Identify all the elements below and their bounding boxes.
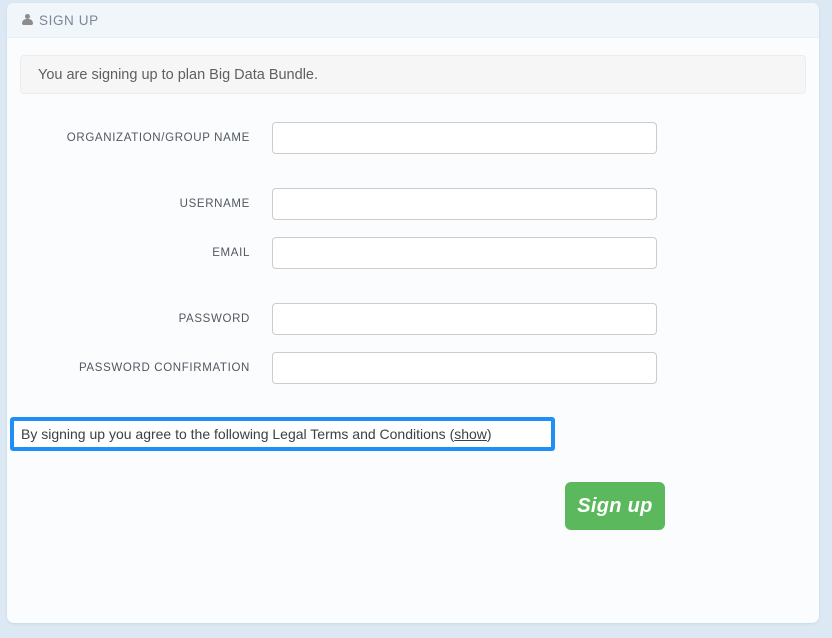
sign-up-button[interactable]: Sign up <box>565 482 665 530</box>
plan-alert-text: You are signing up to plan Big Data Bund… <box>38 66 319 83</box>
panel-header: SIGN UP <box>7 3 819 38</box>
email-input[interactable] <box>272 237 657 269</box>
user-icon <box>21 13 33 27</box>
username-input[interactable] <box>272 188 657 220</box>
page-title: SIGN UP <box>39 12 99 28</box>
form-row-password-confirmation: PASSWORD CONFIRMATION <box>7 352 819 384</box>
signup-panel: SIGN UP You are signing up to plan Big D… <box>7 3 819 623</box>
plan-alert: You are signing up to plan Big Data Bund… <box>20 55 806 94</box>
panel-body: You are signing up to plan Big Data Bund… <box>7 38 819 622</box>
form-spacer <box>7 269 819 303</box>
terms-agreement-text: By signing up you agree to the following… <box>21 426 492 442</box>
form-spacer <box>7 154 819 188</box>
password-confirmation-input[interactable] <box>272 352 657 384</box>
form-spacer <box>7 220 819 237</box>
form-row-password: PASSWORD <box>7 303 819 335</box>
email-label: EMAIL <box>212 247 250 259</box>
form-row-organization: ORGANIZATION/GROUP NAME <box>7 122 819 154</box>
password-label: PASSWORD <box>178 313 250 325</box>
password-input[interactable] <box>272 303 657 335</box>
organization-label: ORGANIZATION/GROUP NAME <box>66 132 250 144</box>
password-confirmation-label: PASSWORD CONFIRMATION <box>78 362 250 374</box>
organization-input[interactable] <box>272 122 657 154</box>
terms-agreement-highlight[interactable]: By signing up you agree to the following… <box>10 417 555 451</box>
username-label: USERNAME <box>179 198 250 210</box>
form-spacer <box>7 335 819 352</box>
submit-row: Sign up <box>7 482 819 530</box>
terms-text-after: ) <box>486 426 492 442</box>
form-row-username: USERNAME <box>7 188 819 220</box>
form-row-email: EMAIL <box>7 237 819 269</box>
terms-show-link[interactable]: show <box>454 426 487 442</box>
signup-form: ORGANIZATION/GROUP NAME USERNAME EMAIL P… <box>7 122 819 384</box>
terms-text-before: By signing up you agree to the following… <box>21 426 455 442</box>
